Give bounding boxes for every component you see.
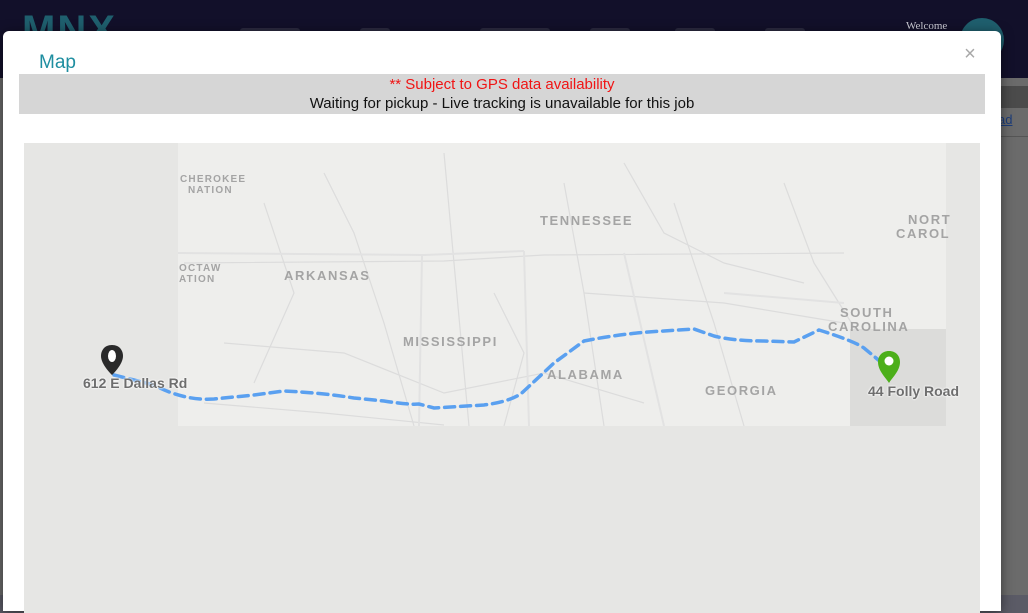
region-label: NORT [908,212,952,227]
region-label: TENNESSEE [540,213,634,228]
map-tiles [178,143,946,426]
region-label: MISSISSIPPI [403,334,498,349]
map-modal: Map × ** Subject to GPS data availabilit… [3,31,1001,613]
origin-pin-icon[interactable] [101,345,123,375]
region-label: CAROLINA [828,319,910,334]
region-label: GEORGIA [705,383,778,398]
region-label: CAROL [896,226,951,241]
map-view[interactable]: CHEROKEE NATION OCTAW ATION TENNESSEE NO… [24,143,980,613]
region-label: OCTAW [179,263,222,274]
origin-label: 612 E Dallas Rd [83,375,188,391]
gps-warning: ** Subject to GPS data availability [389,76,615,93]
region-label: ATION [179,274,216,285]
divider [1000,136,1028,137]
ocean-area [850,329,946,426]
tracking-notice: ** Subject to GPS data availability Wait… [19,74,985,114]
region-label: ALABAMA [547,367,624,382]
region-label: NATION [188,185,233,196]
tracking-status: Waiting for pickup - Live tracking is un… [309,95,695,112]
region-label: ARKANSAS [284,268,371,283]
close-icon[interactable]: × [961,44,979,64]
region-label: SOUTH [840,305,894,320]
region-label: CHEROKEE [180,174,247,185]
modal-title: Map [39,52,76,73]
destination-label: 44 Folly Road [868,383,960,399]
app-toolbar [1000,86,1028,108]
